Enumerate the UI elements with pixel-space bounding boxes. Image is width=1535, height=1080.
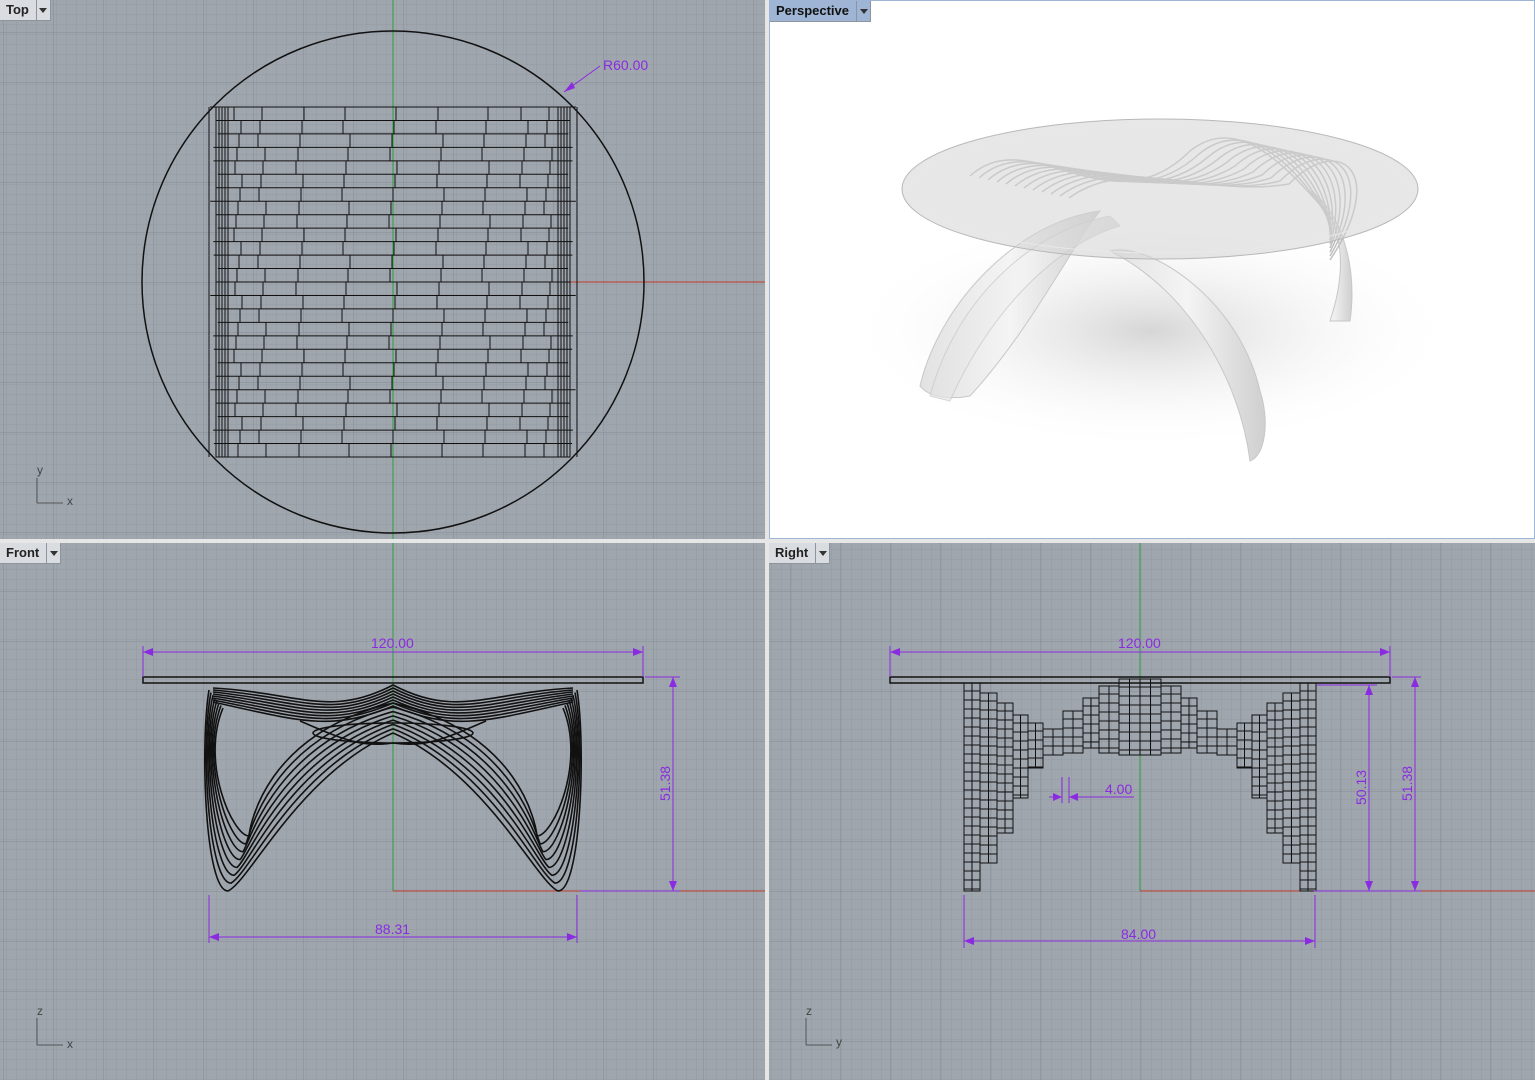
axis-label-y: y bbox=[37, 463, 43, 477]
perspective-viewport-title[interactable]: Perspective bbox=[770, 1, 871, 22]
axis-label-z: z bbox=[806, 1004, 812, 1018]
glass-tabletop bbox=[901, 118, 1419, 260]
dropdown-arrow-icon[interactable] bbox=[36, 0, 51, 21]
base-dimension-text: 88.31 bbox=[375, 921, 410, 937]
height-dimension-text: 51.38 bbox=[657, 766, 673, 801]
gap-dimension-text: 4.00 bbox=[1105, 781, 1132, 797]
height-dimension-text: 51.38 bbox=[1399, 766, 1415, 801]
rendered-table bbox=[840, 118, 1460, 462]
width-dimension-text: 120.00 bbox=[371, 635, 414, 651]
dropdown-arrow-icon[interactable] bbox=[857, 1, 871, 22]
dropdown-arrow-icon[interactable] bbox=[816, 543, 831, 564]
axis-label-x: x bbox=[67, 494, 73, 508]
viewport-name[interactable]: Top bbox=[0, 0, 37, 21]
viewport-name[interactable]: Front bbox=[0, 543, 48, 564]
right-grid: 120.00 50.13 51.38 4.00 84.00 z y bbox=[769, 543, 1535, 1080]
viewport-divider-horizontal[interactable] bbox=[0, 539, 1535, 543]
right-viewport[interactable]: 120.00 50.13 51.38 4.00 84.00 z y Right bbox=[769, 543, 1535, 1080]
axis-label-x: x bbox=[67, 1037, 73, 1051]
perspective-viewport[interactable]: Perspective bbox=[769, 0, 1535, 539]
front-viewport-title[interactable]: Front bbox=[0, 543, 62, 564]
inner-height-dimension-text: 50.13 bbox=[1353, 770, 1369, 805]
front-viewport[interactable]: 120.00 51.38 88.31 z x Front bbox=[0, 543, 765, 1080]
width-dimension-text: 120.00 bbox=[1118, 635, 1161, 651]
right-viewport-title[interactable]: Right bbox=[769, 543, 831, 564]
viewport-name[interactable]: Right bbox=[769, 543, 817, 564]
base-dimension-text: 84.00 bbox=[1121, 926, 1156, 942]
radius-dimension: R60.00 bbox=[603, 57, 648, 73]
viewport-name[interactable]: Perspective bbox=[770, 1, 857, 22]
top-grid: R60.00 y x bbox=[0, 0, 765, 539]
axis-label-y: y bbox=[836, 1035, 842, 1049]
top-viewport-title[interactable]: Top bbox=[0, 0, 51, 21]
axis-label-z: z bbox=[37, 1004, 43, 1018]
top-viewport[interactable]: R60.00 y x Top bbox=[0, 0, 765, 539]
front-grid: 120.00 51.38 88.31 z x bbox=[0, 543, 765, 1080]
dropdown-arrow-icon[interactable] bbox=[47, 543, 62, 564]
